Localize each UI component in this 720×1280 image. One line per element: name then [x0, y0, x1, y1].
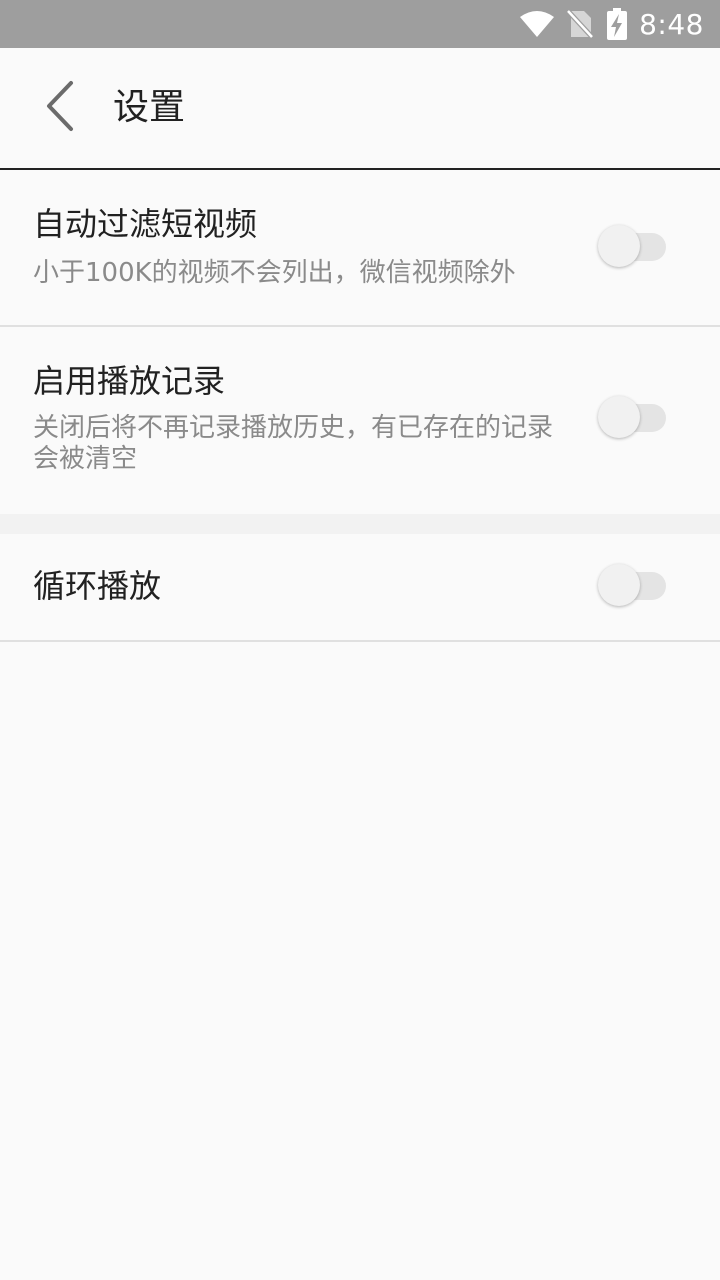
play-history-toggle[interactable]: [598, 396, 668, 440]
switch-thumb: [598, 564, 640, 606]
setting-subtitle: 关闭后将不再记录播放历史，有已存在的记录会被清空: [33, 413, 554, 474]
back-button[interactable]: [30, 78, 90, 138]
setting-title: 启用播放记录: [33, 362, 226, 400]
no-sim-icon: [567, 10, 594, 38]
setting-title: 自动过滤短视频: [33, 205, 258, 243]
section-divider: [0, 514, 720, 534]
setting-auto-filter-short-videos[interactable]: 自动过滤短视频 小于100K的视频不会列出，微信视频除外: [0, 170, 720, 327]
switch-thumb: [598, 396, 640, 438]
auto-filter-toggle[interactable]: [598, 225, 668, 269]
status-icons: 8:48: [519, 0, 704, 48]
battery-charging-icon: [607, 8, 628, 40]
switch-thumb: [598, 225, 640, 267]
page-title: 设置: [113, 87, 186, 128]
app-bar: 设置: [0, 48, 720, 170]
loop-playback-toggle[interactable]: [598, 564, 668, 608]
status-clock: 8:48: [639, 7, 704, 41]
setting-subtitle: 小于100K的视频不会列出，微信视频除外: [33, 258, 516, 288]
setting-enable-play-history[interactable]: 启用播放记录 关闭后将不再记录播放历史，有已存在的记录会被清空: [0, 327, 720, 514]
setting-loop-playback[interactable]: 循环播放: [0, 534, 720, 642]
status-bar: 8:48: [0, 0, 720, 48]
setting-title: 循环播放: [33, 567, 162, 605]
wifi-icon: [519, 10, 555, 38]
chevron-left-icon: [43, 80, 77, 136]
